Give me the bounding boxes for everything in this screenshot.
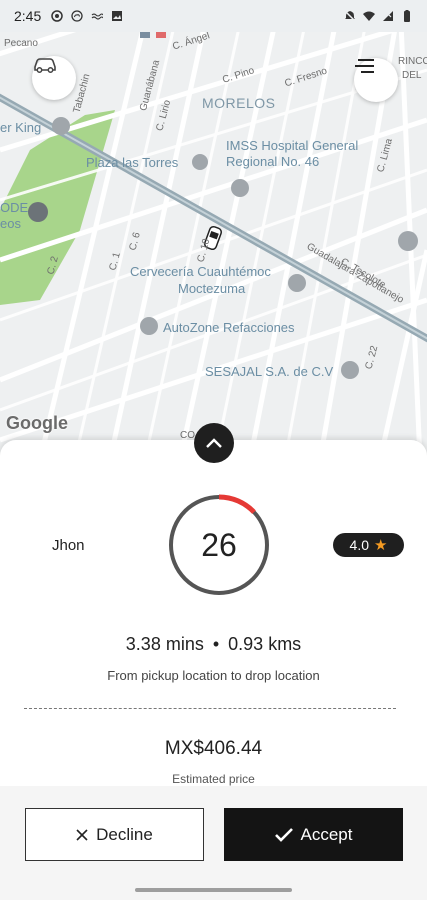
trip-duration: 3.38 mins xyxy=(125,634,204,654)
map-label-area: MORELOS xyxy=(202,95,276,111)
decline-label: Decline xyxy=(96,824,153,844)
accept-label: Accept xyxy=(300,824,353,844)
chevron-up-icon xyxy=(206,438,222,448)
map-label: SESAJAL S.A. de C.V xyxy=(205,364,334,379)
map-label: Regional No. 46 xyxy=(226,154,320,169)
map-view[interactable]: Pecano C. Ángel C. Pino C. Fresno RINCO … xyxy=(0,0,427,460)
map-label: AutoZone Refacciones xyxy=(163,320,295,335)
wave-icon xyxy=(91,13,104,20)
map-label: Pecano xyxy=(4,38,38,49)
car-mode-button[interactable] xyxy=(32,56,76,100)
decline-button[interactable]: Decline xyxy=(25,808,204,861)
battery-icon xyxy=(404,10,410,22)
separator-dot: • xyxy=(212,634,220,654)
collapse-sheet-button[interactable] xyxy=(194,423,234,463)
trip-description: From pickup location to drop location xyxy=(107,668,320,683)
check-icon xyxy=(274,827,293,842)
menu-icon xyxy=(355,59,374,73)
map-label: Cervecería Cuauhtémoc xyxy=(130,264,271,279)
google-logo: Google xyxy=(6,413,68,433)
status-time: 2:45 xyxy=(14,8,42,24)
signal-icon xyxy=(383,11,393,21)
star-icon: ★ xyxy=(374,537,388,554)
price-caption: Estimated price xyxy=(172,772,255,786)
rating-badge: 4.0 ★ xyxy=(333,533,404,557)
map-label: eos xyxy=(0,216,21,231)
trip-stats: 3.38 mins • 0.93 kms xyxy=(0,634,427,655)
wifi-icon xyxy=(363,11,375,21)
rider-name: Jhon xyxy=(52,537,85,554)
countdown-value: 26 xyxy=(201,526,237,563)
menu-button[interactable] xyxy=(354,58,398,102)
divider xyxy=(24,708,396,709)
cloud-icon xyxy=(71,10,83,22)
map-label: DEL xyxy=(402,70,422,81)
map-label: Plaza las Torres xyxy=(86,155,179,170)
image-icon xyxy=(112,11,123,21)
home-indicator[interactable] xyxy=(135,888,292,892)
rating-value: 4.0 xyxy=(349,537,369,553)
map-label: Moctezuma xyxy=(178,281,246,296)
mute-icon xyxy=(344,10,356,22)
map-label: RINCO xyxy=(398,56,427,67)
estimated-price: MX$406.44 xyxy=(164,738,263,759)
status-bar: 2:45 xyxy=(0,0,427,32)
map-label: er King xyxy=(0,120,42,135)
accept-button[interactable]: Accept xyxy=(224,808,403,861)
map-label: ODE xyxy=(0,200,29,215)
countdown-timer: 26 xyxy=(166,492,272,598)
map-label: IMSS Hospital General xyxy=(226,138,359,153)
car-icon xyxy=(34,58,56,73)
close-icon xyxy=(76,828,88,841)
target-icon xyxy=(51,10,63,22)
trip-distance: 0.93 kms xyxy=(228,634,302,654)
